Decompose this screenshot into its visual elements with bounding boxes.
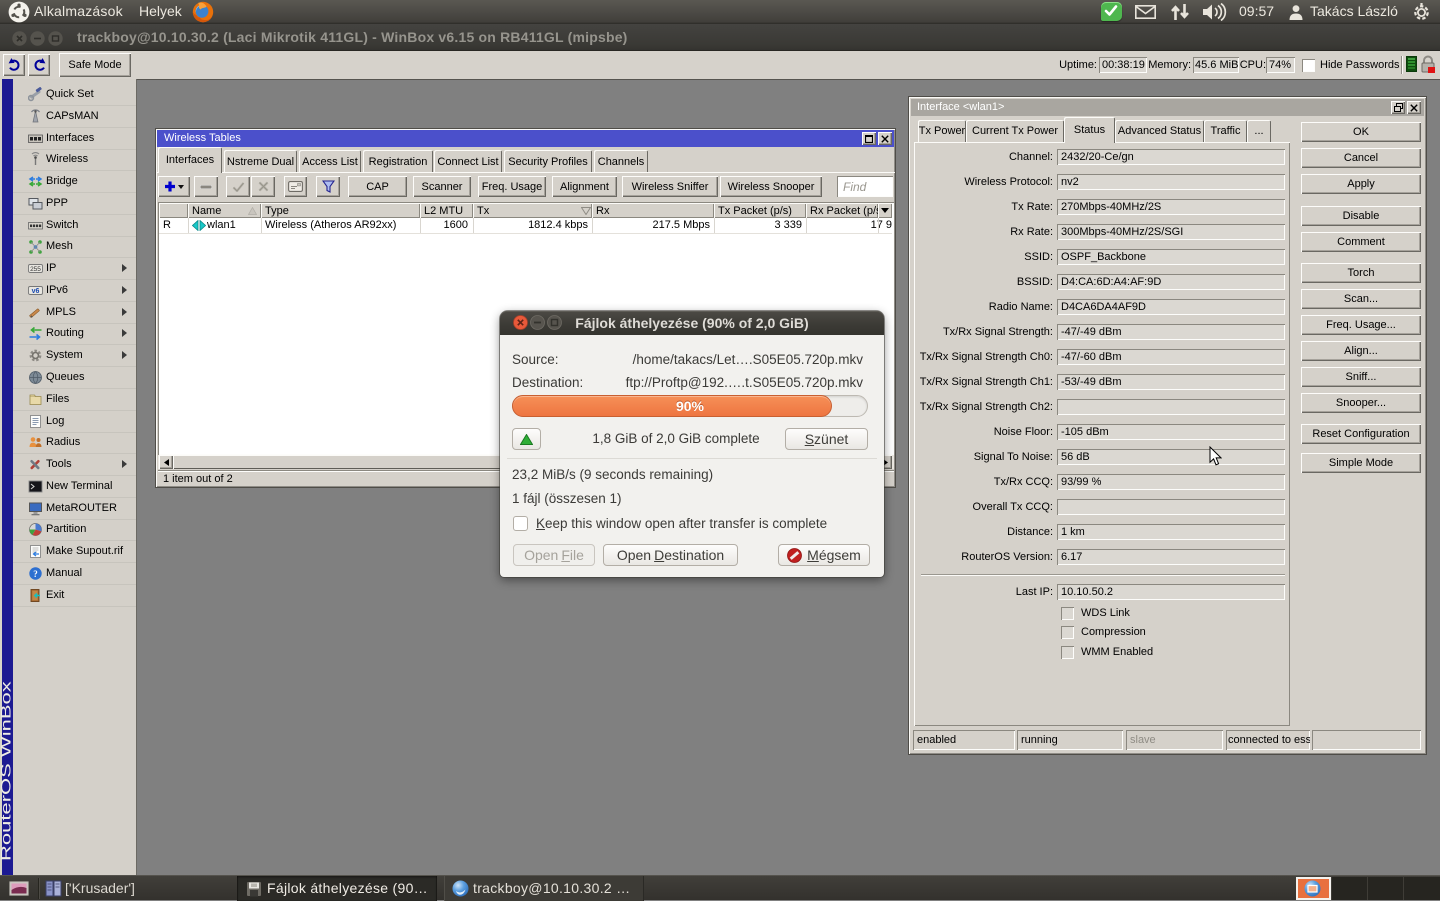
svg-text:?: ?: [33, 569, 38, 579]
svg-text:255: 255: [30, 266, 41, 273]
svg-text:v6: v6: [32, 288, 40, 295]
